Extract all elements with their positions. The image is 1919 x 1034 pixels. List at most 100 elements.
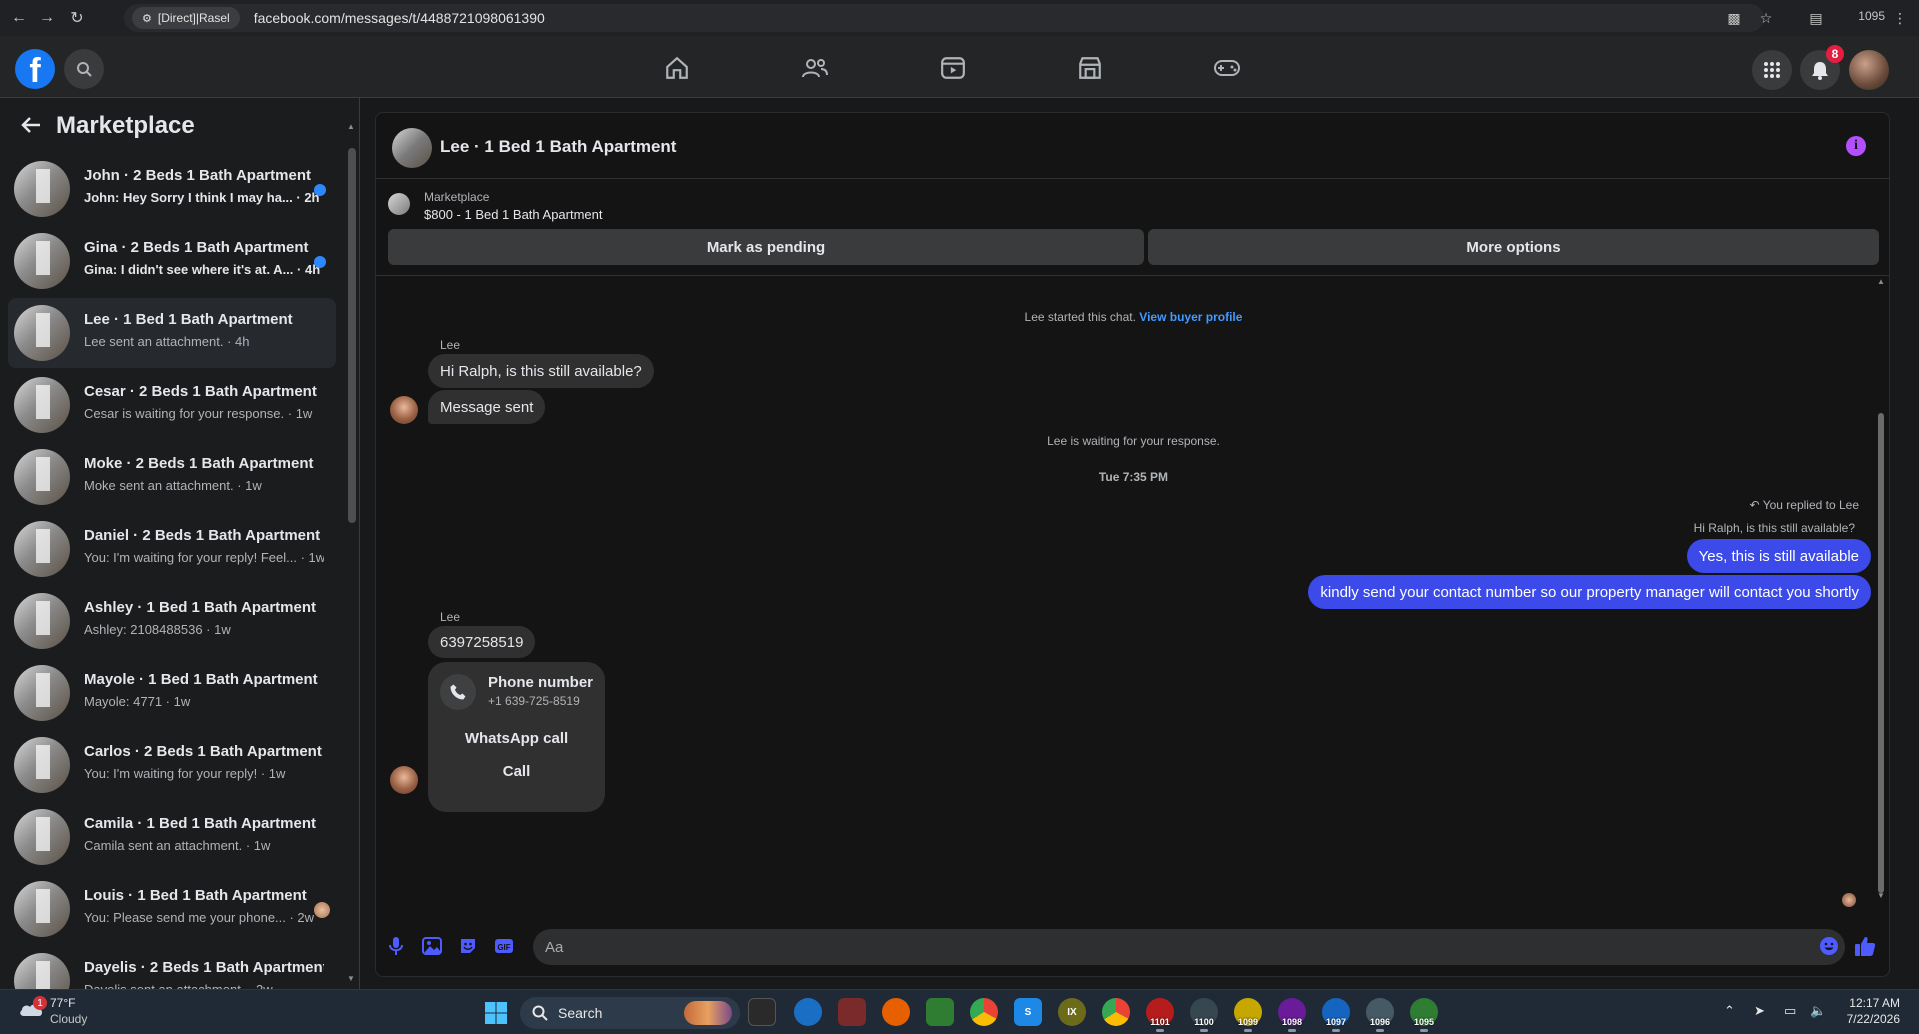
task-view-icon[interactable] xyxy=(748,998,776,1026)
chrome-profile-icon[interactable] xyxy=(1102,998,1130,1026)
view-buyer-profile-link[interactable]: View buyer profile xyxy=(1139,310,1242,324)
svg-text:GIF: GIF xyxy=(497,943,510,952)
reply-indicator: ↶ You replied to Lee xyxy=(1750,498,1860,512)
network-icon[interactable]: ▭ xyxy=(1784,1003,1796,1019)
chat-scrollbar-thumb[interactable] xyxy=(1878,413,1884,893)
marketplace-icon[interactable] xyxy=(1040,46,1140,90)
listing-thumbnail[interactable] xyxy=(392,128,432,168)
conversation-preview: John: Hey Sorry I think I may ha... · 2h xyxy=(84,190,320,205)
conversation-item[interactable]: Louis · 1 Bed 1 Bath Apartment You: Pleas… xyxy=(8,874,336,944)
microphone-icon[interactable] xyxy=(386,936,406,956)
listing-thumbnail xyxy=(14,881,70,937)
back-icon[interactable]: ← xyxy=(4,3,34,33)
sender-avatar[interactable] xyxy=(390,396,418,424)
chrome-icon[interactable] xyxy=(970,998,998,1026)
browser-profile-app-icon[interactable]: 1100 xyxy=(1190,998,1218,1032)
firefox-icon[interactable] xyxy=(882,998,910,1026)
menu-dots-icon[interactable]: ⋮ xyxy=(1888,6,1912,30)
conversation-title: Moke · 2 Beds 1 Bath Apartment xyxy=(84,455,314,472)
conversation-item[interactable]: Lee · 1 Bed 1 Bath Apartment Lee sent an … xyxy=(8,298,336,368)
conversation-item[interactable]: Cesar · 2 Beds 1 Bath Apartment Cesar is … xyxy=(8,370,336,440)
location-icon[interactable]: ➤ xyxy=(1754,1003,1765,1019)
browser-profile-app-icon[interactable]: 1099 xyxy=(1234,998,1262,1032)
windows-start-icon[interactable] xyxy=(484,1001,508,1025)
weather-alert-badge: 1 xyxy=(33,996,47,1010)
quoted-message[interactable]: Hi Ralph, is this still available? xyxy=(1694,521,1855,535)
tab-search-icon[interactable]: ▤ xyxy=(1804,6,1828,30)
notifications-bell-icon[interactable]: 8 xyxy=(1800,45,1844,90)
conversation-item[interactable]: Daniel · 2 Beds 1 Bath Apartment You: I'm… xyxy=(8,514,336,584)
conversation-preview: You: I'm waiting for your reply! Feel...… xyxy=(84,550,324,565)
conversation-item[interactable]: Gina · 2 Beds 1 Bath Apartment Gina: I di… xyxy=(8,226,336,296)
clock-date[interactable]: 7/22/2026 xyxy=(1820,1012,1900,1026)
info-icon[interactable]: i xyxy=(1846,136,1866,156)
weather-temperature[interactable]: 77°F xyxy=(50,996,75,1010)
scroll-up-icon[interactable]: ▲ xyxy=(1877,277,1885,286)
incoming-message[interactable]: Hi Ralph, is this still available? xyxy=(428,354,654,388)
video-icon[interactable] xyxy=(903,46,1003,90)
chevron-up-icon[interactable]: ⌃ xyxy=(1724,1003,1735,1019)
sender-avatar[interactable] xyxy=(390,766,418,794)
browser-profile-app-icon[interactable]: 1095 xyxy=(1410,998,1438,1032)
browser-profile-app-icon[interactable]: 1097 xyxy=(1322,998,1350,1032)
conversation-item[interactable]: Dayelis · 2 Beds 1 Bath Apartment Dayelis… xyxy=(8,946,336,989)
url-text[interactable]: facebook.com/messages/t/4488721098061390 xyxy=(254,10,545,26)
emoji-icon[interactable] xyxy=(1819,936,1839,956)
facebook-logo-icon[interactable]: f xyxy=(15,49,55,89)
conversation-item[interactable]: Carlos · 2 Beds 1 Bath Apartment You: I'm… xyxy=(8,730,336,800)
friends-icon[interactable] xyxy=(765,46,865,90)
site-info-chip[interactable]: ⚙ [Direct]|Rasel xyxy=(132,7,240,29)
gaming-icon[interactable] xyxy=(1177,46,1277,90)
menu-grid-icon[interactable] xyxy=(1752,50,1792,90)
outgoing-message[interactable]: kindly send your contact number so our p… xyxy=(1308,575,1871,609)
photo-icon[interactable] xyxy=(422,936,442,956)
conversation-item[interactable]: Ashley · 1 Bed 1 Bath Apartment Ashley: 2… xyxy=(8,586,336,656)
profile-label[interactable]: 1095 xyxy=(1858,9,1885,23)
message-input[interactable] xyxy=(533,929,1845,965)
incoming-message[interactable]: Message sent xyxy=(428,390,546,424)
spreadsheet-app-icon[interactable] xyxy=(926,998,954,1026)
more-options-button[interactable]: More options xyxy=(1148,229,1879,265)
bookmark-star-icon[interactable]: ☆ xyxy=(1754,6,1778,30)
whatsapp-call-button[interactable]: WhatsApp call xyxy=(428,730,605,747)
install-icon[interactable]: ▩ xyxy=(1722,6,1746,30)
notification-badge: 8 xyxy=(1826,45,1844,63)
incoming-message[interactable]: 6397258519 xyxy=(428,626,536,658)
conversation-item[interactable]: Moke · 2 Beds 1 Bath Apartment Moke sent … xyxy=(8,442,336,512)
search-icon[interactable] xyxy=(64,49,104,89)
back-arrow-icon[interactable] xyxy=(20,114,44,138)
browser-profile-app-icon[interactable]: 1101 xyxy=(1146,998,1174,1032)
app-s-icon[interactable]: S xyxy=(1014,998,1042,1026)
home-icon[interactable] xyxy=(627,46,727,90)
snipping-tool-icon[interactable] xyxy=(838,998,866,1026)
reload-icon[interactable]: ↻ xyxy=(62,3,92,33)
thumbs-up-icon[interactable] xyxy=(1854,935,1876,957)
browser-profile-app-icon[interactable]: 1098 xyxy=(1278,998,1306,1032)
forward-icon[interactable]: → xyxy=(32,3,62,33)
clock-time[interactable]: 12:17 AM xyxy=(1820,996,1900,1010)
sidebar-scrollbar[interactable] xyxy=(348,148,356,523)
call-button[interactable]: Call xyxy=(428,763,605,780)
listing-small-thumbnail[interactable] xyxy=(388,193,410,215)
account-avatar[interactable] xyxy=(1849,50,1889,90)
mark-as-pending-button[interactable]: Mark as pending xyxy=(388,229,1144,265)
chat-title[interactable]: Lee · 1 Bed 1 Bath Apartment xyxy=(440,137,676,157)
browser-profile-app-icon[interactable]: 1096 xyxy=(1366,998,1394,1032)
outgoing-message[interactable]: Yes, this is still available xyxy=(1686,539,1871,573)
weather-condition[interactable]: Cloudy xyxy=(50,1012,87,1026)
app-label: 1098 xyxy=(1281,1017,1303,1027)
taskbar-search[interactable]: Search xyxy=(520,997,740,1029)
edge-browser-icon[interactable] xyxy=(794,998,822,1026)
conversation-item[interactable]: Camila · 1 Bed 1 Bath Apartment Camila se… xyxy=(8,802,336,872)
scroll-up-icon[interactable]: ▲ xyxy=(347,122,355,131)
listing-title[interactable]: $800 - 1 Bed 1 Bath Apartment xyxy=(424,207,603,222)
sticker-icon[interactable] xyxy=(458,936,478,956)
gif-icon[interactable]: GIF xyxy=(494,936,514,956)
conversation-item[interactable]: John · 2 Beds 1 Bath Apartment John: Hey … xyxy=(8,154,336,224)
sender-name: Lee xyxy=(440,610,461,624)
app-ix-icon[interactable]: IX xyxy=(1058,998,1086,1026)
conversation-item[interactable]: Mayole · 1 Bed 1 Bath Apartment Mayole: 4… xyxy=(8,658,336,728)
scroll-down-icon[interactable]: ▼ xyxy=(347,974,355,983)
address-bar[interactable]: ⚙ [Direct]|Rasel facebook.com/messages/t… xyxy=(124,4,1764,32)
search-highlight-image xyxy=(684,1001,732,1025)
